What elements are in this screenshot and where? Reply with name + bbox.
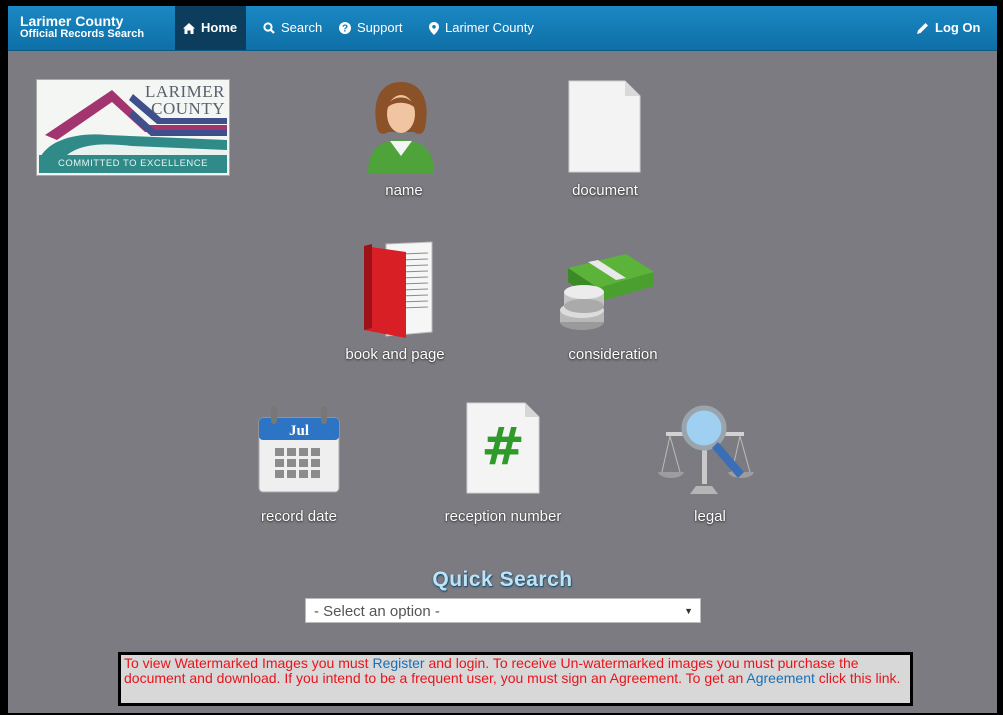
tile-book-and-page-label: book and page: [345, 346, 445, 363]
tile-legal[interactable]: legal: [648, 402, 768, 542]
nav-search[interactable]: Search: [263, 6, 322, 50]
svg-text:?: ?: [342, 24, 348, 35]
page-frame: Larimer County Official Records Search H…: [8, 6, 997, 713]
quick-search-select[interactable]: - Select an option - ▼: [305, 598, 701, 623]
tile-legal-label: legal: [694, 508, 726, 525]
agreement-link[interactable]: Agreement: [746, 670, 814, 686]
logon-button[interactable]: Log On: [917, 6, 981, 50]
map-marker-icon: [429, 21, 439, 35]
tile-name[interactable]: name: [358, 78, 448, 218]
pencil-icon: [917, 23, 928, 34]
larimer-county-logo: LARIMER COUNTY COMMITTED TO EXCELLENCE: [36, 79, 230, 176]
home-icon: [183, 22, 195, 34]
book-icon: [364, 241, 433, 338]
tile-reception-number[interactable]: # reception number: [428, 402, 578, 542]
quick-search-selected-value: - Select an option -: [314, 603, 440, 620]
document-icon: [568, 80, 641, 173]
calendar-icon: Jul: [258, 406, 340, 493]
nav-home[interactable]: Home: [175, 6, 247, 50]
nav-support-label: Support: [357, 20, 403, 35]
hash-symbol: #: [481, 417, 525, 477]
brand-line-2: Official Records Search: [20, 28, 145, 40]
notice-text-1: To view Watermarked Images you must: [124, 655, 373, 671]
tile-consideration-label: consideration: [568, 346, 658, 363]
nav-search-label: Search: [281, 20, 323, 35]
brand-line-1: Larimer County: [20, 13, 124, 29]
scales-magnifier-icon: [658, 405, 754, 494]
register-link[interactable]: Register: [372, 655, 424, 671]
tile-name-label: name: [385, 182, 423, 199]
person-icon: [368, 82, 434, 173]
tile-book-and-page[interactable]: book and page: [338, 240, 468, 380]
logo-line-2: COUNTY: [151, 99, 225, 118]
logon-label: Log On: [935, 20, 981, 35]
nav-larimer-county[interactable]: Larimer County: [429, 6, 534, 50]
tile-document[interactable]: document: [553, 78, 663, 218]
watermark-notice: To view Watermarked Images you must Regi…: [118, 652, 913, 706]
money-icon: [560, 254, 654, 330]
notice-text-3: click this link.: [814, 670, 901, 686]
brand-title[interactable]: Larimer County Official Records Search: [20, 13, 145, 41]
dropdown-arrow-icon: ▼: [684, 606, 693, 616]
hash-document-icon: #: [466, 402, 540, 494]
question-icon: ?: [339, 22, 351, 34]
tile-document-label: document: [572, 182, 638, 199]
tile-record-date-label: record date: [261, 508, 337, 525]
logo-tagline: COMMITTED TO EXCELLENCE: [39, 155, 227, 173]
tile-record-date[interactable]: Jul record date: [243, 402, 343, 542]
nav-support[interactable]: ? Support: [339, 6, 403, 50]
nav-home-label: Home: [201, 20, 238, 35]
tile-consideration[interactable]: consideration: [548, 240, 678, 380]
quick-search-title: Quick Search: [432, 568, 573, 591]
nav-larimer-county-label: Larimer County: [445, 20, 534, 35]
search-icon: [263, 22, 275, 34]
calendar-month: Jul: [289, 423, 309, 439]
top-navbar: Larimer County Official Records Search H…: [8, 6, 997, 51]
tile-reception-number-label: reception number: [444, 508, 562, 525]
